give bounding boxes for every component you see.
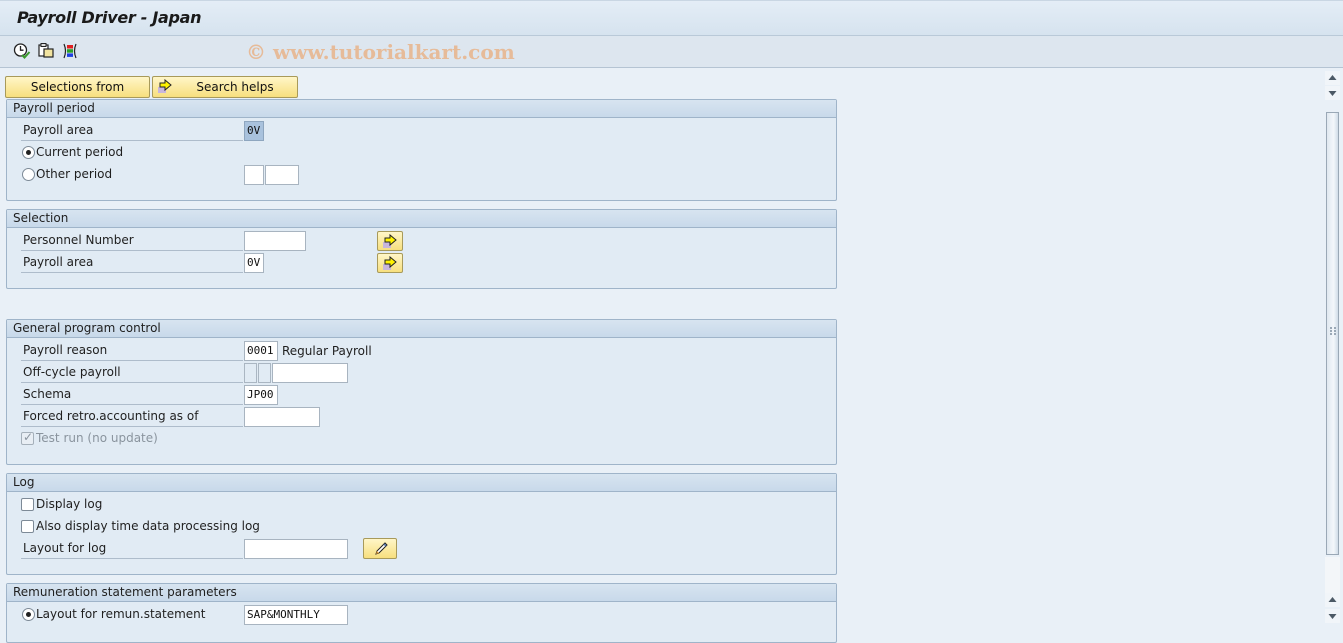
- search-helps-button[interactable]: Search helps: [152, 76, 298, 98]
- vertical-scrollbar[interactable]: [1322, 69, 1343, 628]
- group-header: Payroll period: [7, 100, 836, 118]
- execute-schedule-icon[interactable]: [13, 42, 31, 60]
- payroll-area-field[interactable]: 0V: [244, 121, 264, 141]
- test-run-row: Test run (no update): [21, 428, 321, 450]
- group-header: Selection: [7, 210, 836, 228]
- layout-for-log-field[interactable]: [244, 539, 348, 559]
- selection-payroll-area-field[interactable]: 0V: [244, 253, 264, 273]
- selection-payroll-area-row: Payroll area 0V: [21, 252, 421, 274]
- multiple-selection-payroll-area-button[interactable]: [377, 253, 403, 273]
- triangle-up-icon: [1328, 597, 1337, 602]
- scroll-thumb[interactable]: [1326, 112, 1339, 555]
- time-data-log-checkbox[interactable]: [21, 520, 34, 533]
- off-cycle-date-field[interactable]: [272, 363, 348, 383]
- arrow-right-icon: [383, 234, 397, 248]
- remun-layout-field[interactable]: SAP&MONTHLY: [244, 605, 348, 625]
- test-run-checkbox: [21, 430, 34, 445]
- time-data-log-row: Also display time data processing log: [21, 516, 321, 538]
- other-period-label: Other period: [36, 167, 113, 181]
- forced-retro-row: Forced retro.accounting as of: [21, 406, 421, 428]
- scroll-track[interactable]: [1325, 557, 1340, 593]
- schema-field[interactable]: JP00: [244, 385, 278, 405]
- scroll-up-button[interactable]: [1325, 71, 1340, 85]
- other-period-row: Other period: [21, 164, 321, 186]
- payroll-period-group: Payroll period Payroll area 0V Current p…: [6, 99, 837, 201]
- payroll-reason-description: Regular Payroll: [282, 344, 372, 358]
- group-header: General program control: [7, 320, 836, 338]
- current-period-row: Current period: [21, 142, 243, 164]
- multiple-selection-personnel-button[interactable]: [377, 231, 403, 251]
- current-period-radio[interactable]: [22, 146, 35, 159]
- watermark: © www.tutorialkart.com: [246, 40, 515, 64]
- test-run-label: Test run (no update): [36, 431, 158, 445]
- remun-layout-row: Layout for remun.statement SAP&MONTHLY: [21, 604, 421, 626]
- forced-retro-label: Forced retro.accounting as of: [21, 406, 243, 427]
- display-log-row: Display log: [21, 494, 321, 516]
- other-period-field-2[interactable]: [265, 165, 299, 185]
- remuneration-statement-group: Remuneration statement parameters Layout…: [6, 583, 837, 643]
- group-header: Remuneration statement parameters: [7, 584, 836, 602]
- schema-row: Schema JP00: [21, 384, 421, 406]
- off-cycle-label: Off-cycle payroll: [21, 362, 243, 383]
- application-toolbar: © www.tutorialkart.com: [0, 36, 1343, 68]
- multiple-selection-icon[interactable]: [61, 42, 79, 60]
- arrow-right-icon: [158, 79, 172, 93]
- off-cycle-row: Off-cycle payroll: [21, 362, 421, 384]
- off-cycle-field-2: [258, 363, 271, 383]
- scroll-down-button[interactable]: [1325, 86, 1340, 100]
- other-period-field-1[interactable]: [244, 165, 264, 185]
- edit-layout-button[interactable]: [363, 538, 397, 559]
- display-log-label: Display log: [36, 497, 103, 511]
- grip-icon: [1330, 327, 1336, 335]
- personnel-number-field[interactable]: [244, 231, 306, 251]
- triangle-down-icon: [1328, 614, 1337, 619]
- arrow-right-icon: [383, 256, 397, 270]
- triangle-down-icon: [1328, 91, 1337, 96]
- display-log-checkbox[interactable]: [21, 498, 34, 511]
- remun-layout-radio[interactable]: [22, 608, 35, 621]
- time-data-log-label: Also display time data processing log: [36, 519, 260, 533]
- title-bar: Payroll Driver - Japan: [0, 0, 1343, 36]
- payroll-reason-label: Payroll reason: [21, 340, 243, 361]
- scroll-down-button-bottom[interactable]: [1325, 609, 1340, 623]
- layout-for-log-label: Layout for log: [21, 538, 243, 559]
- page-title: Payroll Driver - Japan: [17, 8, 202, 27]
- selection-group: Selection Personnel Number Payroll area …: [6, 209, 837, 289]
- schema-label: Schema: [21, 384, 243, 405]
- copy-variant-icon[interactable]: [37, 42, 55, 60]
- payroll-area-label: Payroll area: [21, 120, 243, 141]
- payroll-reason-field[interactable]: 0001: [244, 341, 278, 361]
- current-period-label: Current period: [36, 145, 124, 159]
- group-header: Log: [7, 474, 836, 492]
- search-helps-label: Search helps: [196, 80, 274, 94]
- remun-layout-label: Layout for remun.statement: [36, 607, 206, 621]
- personnel-number-row: Personnel Number: [21, 230, 421, 252]
- payroll-area-label: Payroll area: [21, 252, 243, 273]
- log-group: Log Display log Also display time data p…: [6, 473, 837, 575]
- selection-screen: Selections from Search helps Payroll per…: [0, 69, 1322, 643]
- pencil-icon: [375, 542, 388, 555]
- scroll-up-button-bottom[interactable]: [1325, 593, 1340, 607]
- forced-retro-field[interactable]: [244, 407, 320, 427]
- payroll-reason-row: Payroll reason 0001 Regular Payroll: [21, 340, 421, 362]
- off-cycle-field-1: [244, 363, 257, 383]
- other-period-radio[interactable]: [22, 168, 35, 181]
- selections-from-button[interactable]: Selections from: [5, 76, 150, 98]
- general-program-control-group: General program control Payroll reason 0…: [6, 319, 837, 465]
- layout-for-log-row: Layout for log: [21, 538, 421, 560]
- triangle-up-icon: [1328, 75, 1337, 80]
- personnel-number-label: Personnel Number: [21, 230, 243, 251]
